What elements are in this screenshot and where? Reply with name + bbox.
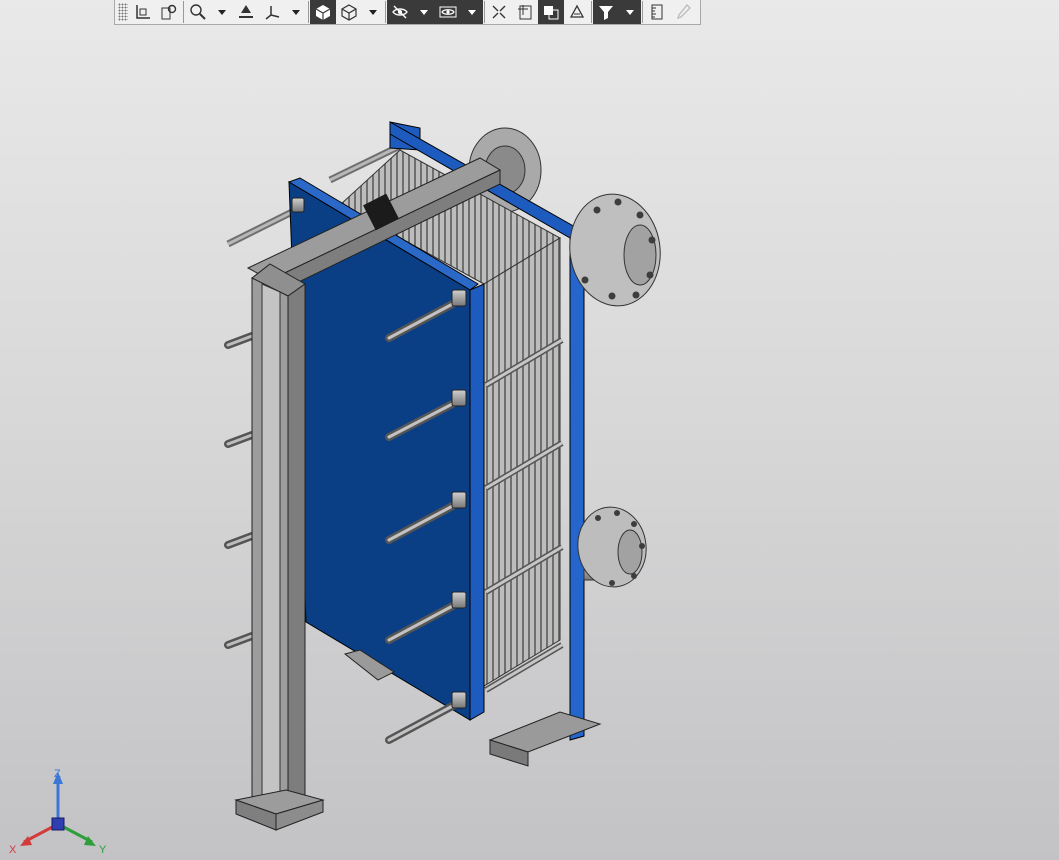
left-tie-rods — [224, 332, 256, 649]
lower-nozzle — [577, 506, 647, 588]
axis-y-label: Y — [99, 844, 107, 856]
axis-triad: Z Y X — [9, 768, 107, 856]
axis-x-label: X — [9, 844, 17, 856]
axis-z-label: Z — [54, 768, 61, 780]
model-viewport[interactable]: Z Y X — [0, 0, 1059, 860]
